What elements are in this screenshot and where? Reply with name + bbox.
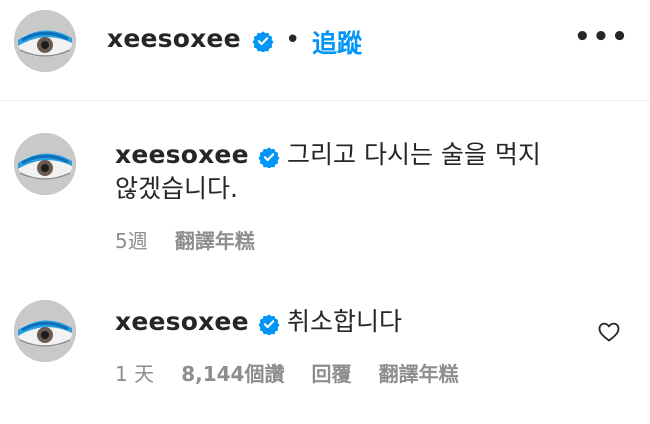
separator-dot: • (285, 25, 301, 55)
avatar[interactable] (14, 133, 76, 195)
comment-text: 취소합니다 (287, 307, 403, 336)
comment-text-continued: 않겠습니다. (115, 174, 238, 203)
heart-icon[interactable] (597, 320, 621, 344)
translate-button[interactable]: 翻譯年糕 (379, 358, 459, 387)
comment-username[interactable]: xeesoxee (115, 307, 249, 336)
instagram-comments-panel: xeesoxee • 追蹤 ••• xeesoxee 그리고 다시는 술을 먹지… (0, 0, 650, 424)
avatar-eye-image (14, 300, 76, 362)
comment-timestamp[interactable]: 5週 (115, 225, 148, 254)
follow-button[interactable]: 追蹤 (312, 24, 362, 60)
reply-button[interactable]: 回覆 (312, 358, 352, 387)
like-count[interactable]: 8,144個讚 (181, 358, 284, 387)
post-username[interactable]: xeesoxee (107, 24, 241, 53)
comment-text: 그리고 다시는 술을 먹지 (287, 140, 541, 169)
verified-badge-icon (252, 31, 274, 52)
avatar[interactable] (14, 300, 76, 362)
comment-meta: 5週 翻譯年糕 (115, 225, 277, 254)
post-header: xeesoxee • 追蹤 ••• (0, 0, 650, 101)
avatar-eye-image (14, 10, 76, 72)
comment-username[interactable]: xeesoxee (115, 140, 249, 169)
comment-meta: 1 天 8,144個讚 回覆 翻譯年糕 (115, 358, 481, 387)
verified-badge-icon (258, 147, 280, 168)
avatar-eye-image (14, 133, 76, 195)
comment-timestamp[interactable]: 1 天 (115, 358, 154, 387)
avatar[interactable] (14, 10, 76, 72)
more-options-icon[interactable]: ••• (574, 22, 630, 52)
verified-badge-icon (258, 314, 280, 335)
translate-button[interactable]: 翻譯年糕 (175, 225, 255, 254)
